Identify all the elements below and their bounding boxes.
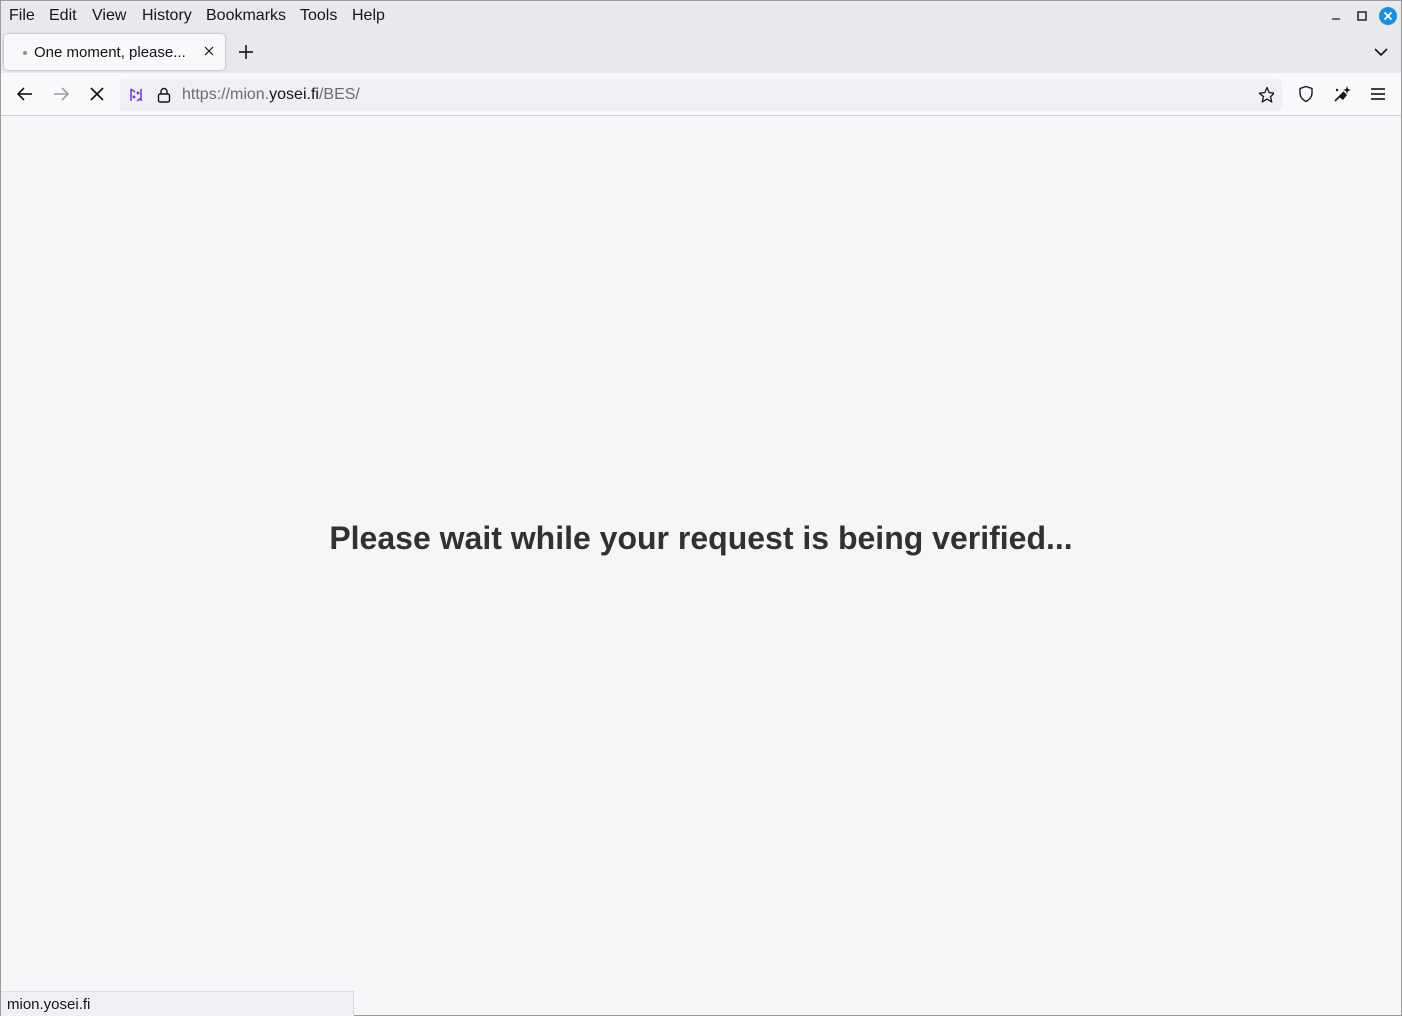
browser-window: File Edit View History Bookmarks Tools H…: [0, 0, 1402, 1016]
minimize-icon: [1332, 18, 1340, 20]
page-content: Please wait while your request is being …: [1, 116, 1401, 1015]
menu-tools[interactable]: Tools: [300, 7, 337, 25]
extensions-button[interactable]: [1328, 80, 1356, 108]
site-security-button[interactable]: [156, 87, 172, 103]
tab-bar: One moment, please...: [1, 32, 1401, 73]
menu-bar: File Edit View History Bookmarks Tools H…: [1, 1, 1401, 32]
plus-icon: [239, 45, 253, 59]
shield-icon: [1299, 85, 1313, 103]
loading-indicator-icon: [23, 51, 27, 55]
tracking-protection-icon[interactable]: [128, 87, 144, 103]
app-menu-button[interactable]: [1364, 80, 1392, 108]
close-window-button[interactable]: [1379, 7, 1397, 25]
url-bar[interactable]: https://mion.yosei.fi/BES/: [120, 79, 1282, 111]
maximize-button[interactable]: [1353, 7, 1371, 25]
lock-icon: [157, 87, 171, 103]
stop-icon: [90, 87, 104, 101]
verification-message: Please wait while your request is being …: [329, 520, 1073, 556]
shield-button[interactable]: [1292, 80, 1320, 108]
forward-button[interactable]: [47, 80, 75, 108]
hamburger-menu-icon: [1371, 88, 1385, 100]
close-icon: [204, 46, 214, 56]
status-text: mion.yosei.fi: [7, 996, 91, 1013]
menu-help[interactable]: Help: [352, 7, 385, 25]
status-bar: mion.yosei.fi: [1, 991, 354, 1016]
arrow-left-icon: [16, 87, 32, 101]
menu-history[interactable]: History: [142, 7, 192, 25]
new-tab-button[interactable]: [235, 41, 257, 63]
chevron-down-icon: [1374, 48, 1388, 57]
back-button[interactable]: [11, 80, 39, 108]
tab-active[interactable]: One moment, please...: [4, 34, 225, 70]
stop-button[interactable]: [83, 80, 111, 108]
menu-bookmarks[interactable]: Bookmarks: [206, 7, 286, 25]
list-all-tabs-button[interactable]: [1370, 41, 1392, 63]
arrow-right-icon: [54, 87, 70, 101]
url-text: https://mion.yosei.fi/BES/: [182, 86, 360, 103]
star-icon: [1258, 86, 1274, 103]
menu-file[interactable]: File: [9, 7, 35, 25]
permissions-icon: [130, 88, 142, 102]
close-icon: [1379, 7, 1397, 25]
tab-title: One moment, please...: [34, 44, 186, 61]
minimize-button[interactable]: [1327, 7, 1345, 25]
menu-edit[interactable]: Edit: [49, 7, 77, 25]
maximize-icon: [1357, 11, 1367, 21]
tab-close-button[interactable]: [200, 42, 218, 60]
bookmark-star-button[interactable]: [1258, 86, 1274, 103]
sparkle-broom-icon: [1334, 86, 1351, 102]
nav-bar: https://mion.yosei.fi/BES/: [1, 73, 1401, 116]
menu-view[interactable]: View: [92, 7, 126, 25]
